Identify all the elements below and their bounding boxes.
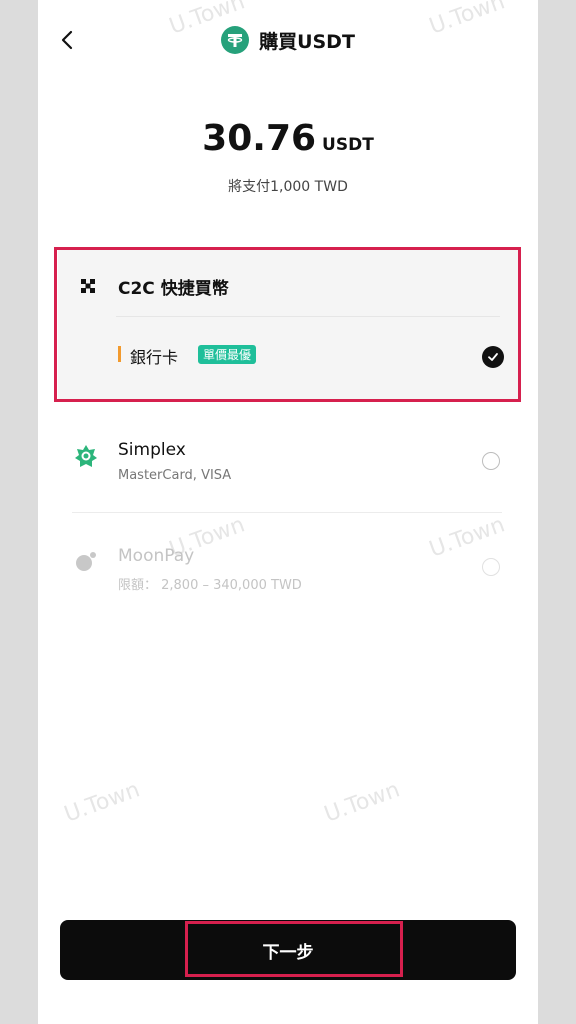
watermark: U.Town [321, 777, 404, 828]
radio-button[interactable] [482, 452, 500, 470]
option-moonpay[interactable]: MoonPay 限額： 2,800 – 340,000 TWD [58, 542, 518, 622]
header: 購買USDT [38, 0, 538, 80]
phone-screen: U.Town U.Town U.Town U.Town U.Town U.Tow… [38, 0, 538, 1024]
option-name: Simplex [118, 440, 186, 460]
best-price-badge: 單價最優 [198, 345, 257, 364]
radio-button[interactable] [482, 558, 500, 576]
pay-amount-text: 將支付1,000 TWD [228, 179, 348, 195]
c2c-title: C2C 快捷買幣 [118, 279, 229, 299]
watermark: U.Town [61, 777, 144, 828]
next-button[interactable]: 下一步 [60, 920, 516, 980]
c2c-option-card[interactable]: C2C 快捷買幣 銀行卡 單價最優 [58, 250, 518, 400]
tether-icon [221, 26, 250, 54]
bank-card-label: 銀行卡 [130, 348, 179, 367]
amount-row: 30.76 USDT [38, 118, 538, 159]
title-group: 購買USDT [38, 24, 538, 56]
option-name: MoonPay [118, 546, 195, 566]
simplex-icon [74, 444, 98, 468]
divider [116, 316, 500, 317]
divider [72, 512, 502, 513]
moonpay-icon [74, 550, 98, 574]
next-button-label: 下一步 [262, 942, 314, 963]
option-subtitle: MasterCard, VISA [118, 468, 232, 483]
option-simplex[interactable]: Simplex MasterCard, VISA [58, 436, 518, 516]
accent-bar [118, 346, 121, 362]
amount-currency: USDT [322, 135, 374, 155]
c2c-icon [80, 278, 96, 294]
amount-value: 30.76 [202, 118, 317, 159]
option-subtitle: 限額： 2,800 – 340,000 TWD [118, 578, 302, 593]
page-title: 購買USDT [259, 30, 355, 53]
checkmark-icon[interactable] [482, 346, 504, 368]
